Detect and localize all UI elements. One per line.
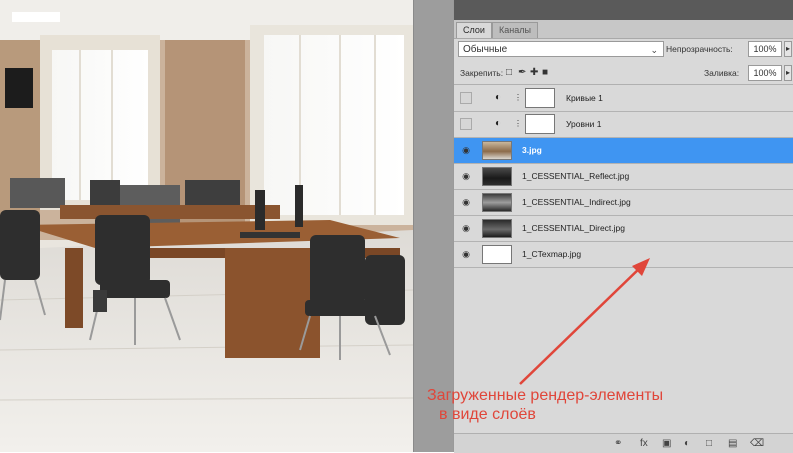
window-gutter <box>413 0 454 452</box>
layer-name: 3.jpg <box>522 145 542 155</box>
link-chain-icon: ⋮ <box>514 119 522 128</box>
layer-thumbnail <box>482 219 512 238</box>
layer-thumbnail <box>482 245 512 264</box>
lock-brush-icon[interactable]: ✒ <box>518 67 526 79</box>
adjustment-layer-icon: ◐ <box>494 118 502 129</box>
blend-mode-select[interactable]: Обычные ⌄ <box>458 41 664 57</box>
layer-name: 1_CESSENTIAL_Indirect.jpg <box>522 197 631 207</box>
opacity-label: Непрозрачность: <box>666 44 733 54</box>
lock-move-icon[interactable]: ✚ <box>530 67 538 79</box>
annotation-text: Загруженные рендер-элементы в виде слоёв <box>427 386 663 424</box>
trash-icon[interactable]: ⌫ <box>750 438 764 450</box>
adjustment-layer-icon: ◐ <box>494 92 502 103</box>
eye-icon[interactable]: ◉ <box>460 248 472 260</box>
layer-mask-thumbnail[interactable] <box>525 88 555 108</box>
lock-label: Закрепить: <box>460 68 504 78</box>
visibility-toggle-off[interactable] <box>460 118 472 130</box>
layer-row-curves[interactable]: ◐ ⋮ Кривые 1 <box>454 86 793 112</box>
lock-all-icon[interactable]: ■ <box>542 67 548 79</box>
layer-row-direct[interactable]: ◉ 1_CESSENTIAL_Direct.jpg <box>454 216 793 242</box>
lock-fill-row: Закрепить: 100% ▸ Заливка: <box>454 62 793 85</box>
visibility-toggle-off[interactable] <box>460 92 472 104</box>
blend-mode-value: Обычные <box>463 44 508 55</box>
opacity-dropdown-icon[interactable]: ▸ <box>784 41 792 57</box>
layer-name: Уровни 1 <box>566 119 602 129</box>
panel-tabs: Слои Каналы <box>454 20 793 39</box>
eye-icon[interactable]: ◉ <box>460 170 472 182</box>
annotation-line-2: в виде слоёв <box>439 406 536 423</box>
layers-panel: Слои Каналы Обычные ⌄ Непрозрачность: 10… <box>453 0 793 453</box>
eye-icon[interactable]: ◉ <box>460 144 472 156</box>
layer-row-reflect[interactable]: ◉ 1_CESSENTIAL_Reflect.jpg <box>454 164 793 190</box>
layer-name: 1_CTexmap.jpg <box>522 249 582 259</box>
add-mask-icon[interactable]: ▣ <box>662 438 671 450</box>
render-preview-image <box>0 0 413 452</box>
eye-icon[interactable]: ◉ <box>460 196 472 208</box>
adjustment-layer-icon[interactable]: ◐ <box>684 438 690 450</box>
layers-panel-footer: ⚭ fx ▣ ◐ □ ▤ ⌫ <box>454 433 793 453</box>
layer-name: 1_CESSENTIAL_Reflect.jpg <box>522 171 630 181</box>
layer-name: 1_CESSENTIAL_Direct.jpg <box>522 223 625 233</box>
layer-row-indirect[interactable]: ◉ 1_CESSENTIAL_Indirect.jpg <box>454 190 793 216</box>
blend-opacity-row: Обычные ⌄ Непрозрачность: 100% ▸ <box>454 38 793 60</box>
layer-row-levels[interactable]: ◐ ⋮ Уровни 1 <box>454 112 793 138</box>
panel-title-bar[interactable] <box>454 0 793 20</box>
link-layers-icon[interactable]: ⚭ <box>614 438 622 450</box>
layer-thumbnail <box>482 141 512 160</box>
lock-transparent-icon[interactable]: □ <box>506 67 512 79</box>
chevron-down-icon: ⌄ <box>650 45 658 55</box>
new-layer-icon[interactable]: ▤ <box>728 438 737 450</box>
fill-label: Заливка: <box>704 68 740 78</box>
new-group-icon[interactable]: □ <box>706 438 712 450</box>
link-chain-icon: ⋮ <box>514 93 522 102</box>
layer-row-3jpg[interactable]: ◉ 3.jpg <box>454 138 793 164</box>
tab-layers[interactable]: Слои <box>456 22 492 38</box>
tab-channels[interactable]: Каналы <box>492 22 538 38</box>
layer-style-icon[interactable]: fx <box>640 438 648 450</box>
fill-dropdown-icon[interactable]: ▸ <box>784 65 792 81</box>
opacity-input[interactable]: 100% <box>748 41 782 57</box>
office-render-illustration <box>0 0 413 452</box>
layer-thumbnail <box>482 193 512 212</box>
annotation-line-1: Загруженные рендер-элементы <box>427 387 664 404</box>
layer-mask-thumbnail[interactable] <box>525 114 555 134</box>
fill-input[interactable]: 100% <box>748 65 782 81</box>
layer-name: Кривые 1 <box>566 93 603 103</box>
layer-row-texmap[interactable]: ◉ 1_CTexmap.jpg <box>454 242 793 268</box>
layer-thumbnail <box>482 167 512 186</box>
eye-icon[interactable]: ◉ <box>460 222 472 234</box>
